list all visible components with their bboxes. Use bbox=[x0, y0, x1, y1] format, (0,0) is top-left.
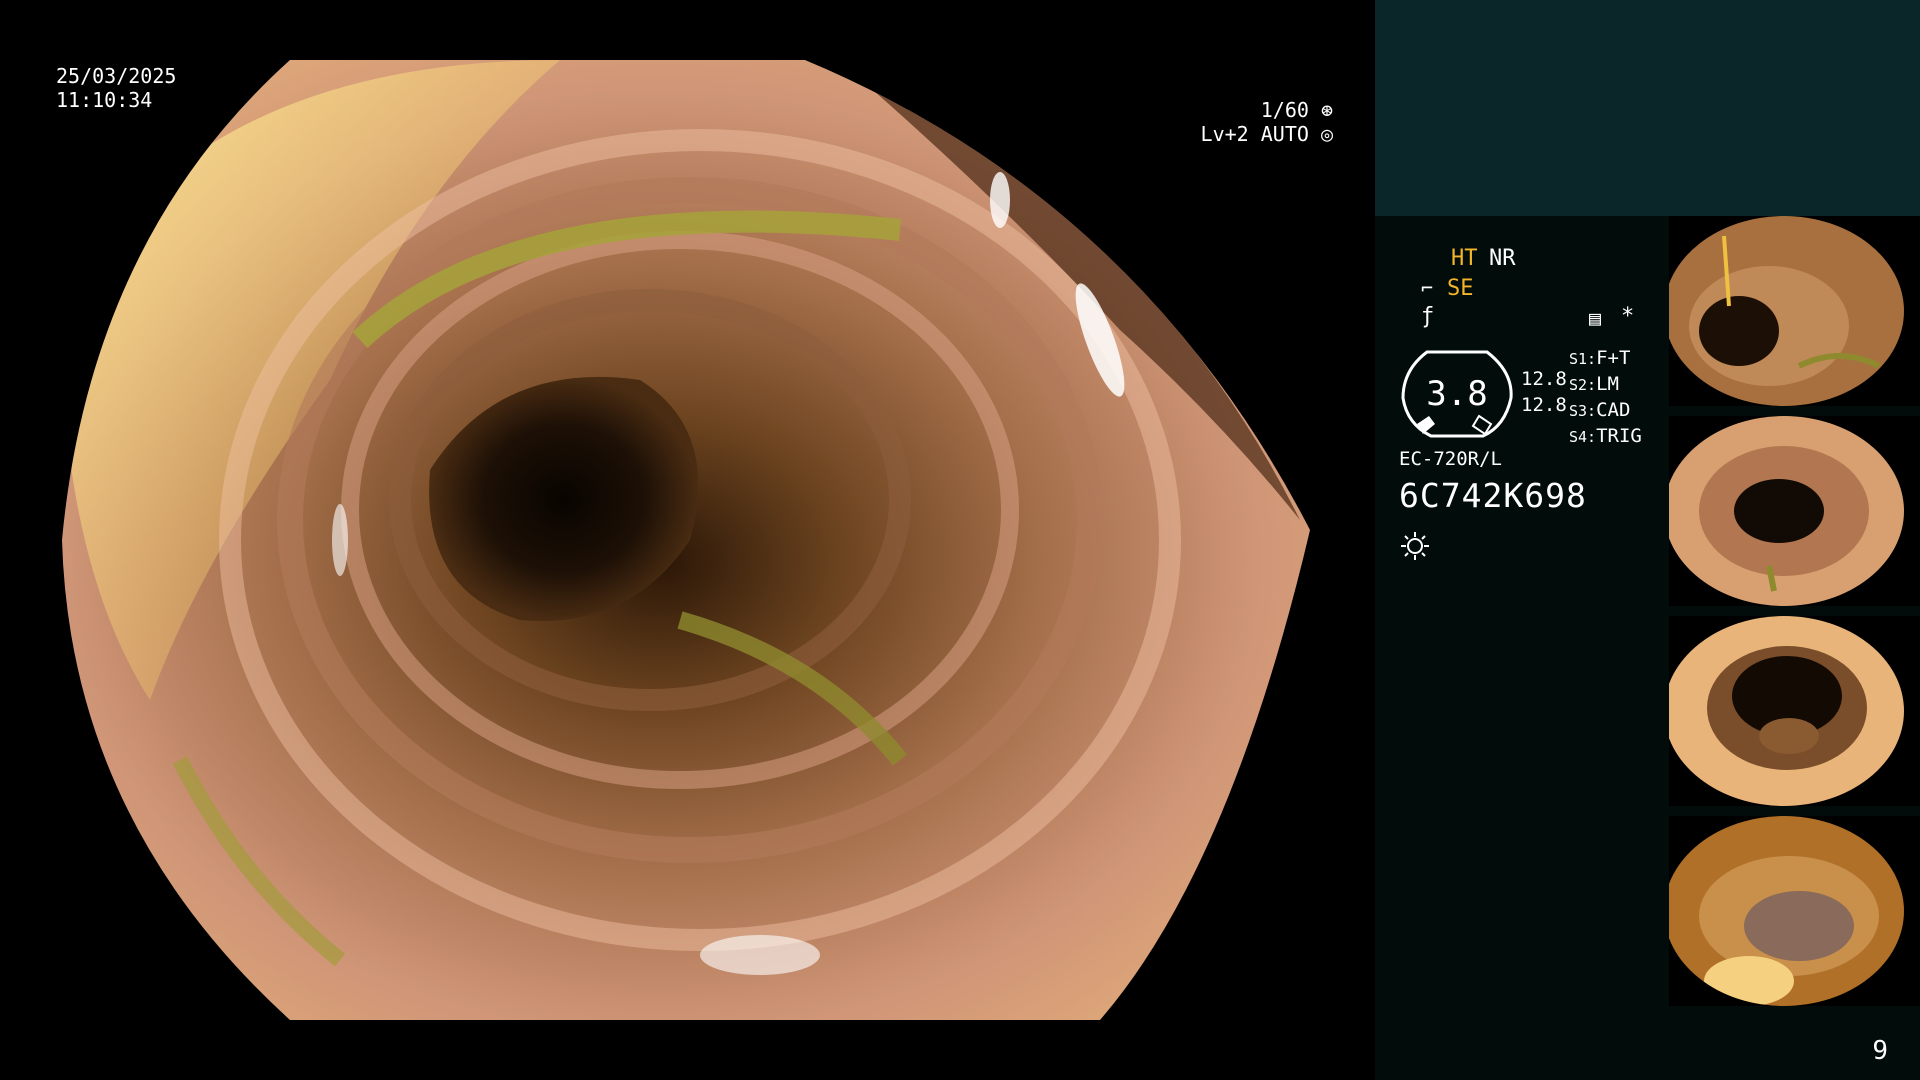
scope-serial: 6C742K698 bbox=[1399, 476, 1587, 515]
soft-key-3[interactable]: S3:CAD bbox=[1569, 398, 1642, 424]
structure-enhance-icon: ⌐ bbox=[1421, 276, 1434, 300]
thumbnail-4[interactable] bbox=[1669, 816, 1920, 1006]
auto-iris-icon: ◎ bbox=[1320, 122, 1333, 146]
thumbnail-2[interactable] bbox=[1669, 416, 1920, 606]
light-source-icon bbox=[1401, 532, 1429, 560]
panel-header bbox=[1375, 0, 1920, 216]
soft-key-list: S1:F+T S2:LM S3:CAD S4:TRIG bbox=[1569, 346, 1642, 450]
captured-thumbnail-strip bbox=[1669, 216, 1920, 1016]
value-lower: 12.8 bbox=[1521, 394, 1567, 416]
shutter-icon: ⊛ bbox=[1320, 98, 1333, 122]
level-mode-text: Lv+2 AUTO bbox=[1200, 122, 1309, 146]
mode-nr: NR bbox=[1489, 246, 1516, 271]
soft-key-1[interactable]: S1:F+T bbox=[1569, 346, 1642, 372]
asterisk-icon: * bbox=[1621, 304, 1635, 329]
page-number: 9 bbox=[1872, 1036, 1888, 1066]
endoscopic-image bbox=[62, 60, 1310, 1020]
gauge-value: 3.8 bbox=[1426, 374, 1488, 414]
endoscope-main-view: 25/03/2025 11:10:34 1/60 ⊛ Lv+2 AUTO ◎ bbox=[0, 0, 1375, 1080]
color-tone-icon: ƒ bbox=[1421, 304, 1435, 329]
soft-key-4[interactable]: S4:TRIG bbox=[1569, 424, 1642, 450]
soft-key-2[interactable]: S2:LM bbox=[1569, 372, 1642, 398]
mode-ht: HT bbox=[1451, 246, 1478, 271]
date-time-readout: 25/03/2025 11:10:34 bbox=[56, 64, 176, 112]
scope-model: EC-720R/L bbox=[1399, 448, 1502, 470]
processor-info: HT NR ⌐ SE ƒ ▤ * 3.8 12.8 12.8 S1:F+T S2… bbox=[1399, 240, 1669, 580]
exposure-readout: 1/60 ⊛ Lv+2 AUTO ◎ bbox=[1201, 98, 1333, 146]
thumbnail-1[interactable] bbox=[1669, 216, 1920, 406]
date-text: 25/03/2025 bbox=[56, 64, 177, 88]
thumbnail-3[interactable] bbox=[1669, 616, 1920, 806]
memory-icon: ▤ bbox=[1589, 306, 1602, 330]
shutter-text: 1/60 bbox=[1260, 98, 1309, 122]
value-upper: 12.8 bbox=[1521, 368, 1567, 390]
time-text: 11:10:34 bbox=[56, 88, 153, 112]
mode-se: SE bbox=[1447, 276, 1474, 301]
